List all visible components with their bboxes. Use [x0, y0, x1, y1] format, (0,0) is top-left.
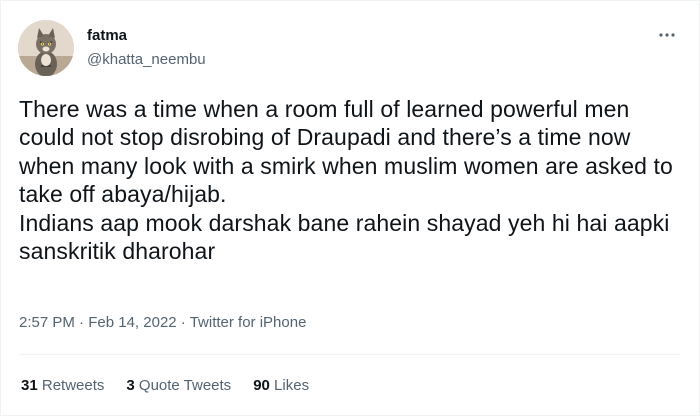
- avatar[interactable]: [18, 20, 74, 76]
- quote-tweets-label: Quote Tweets: [138, 377, 232, 394]
- retweets-stat[interactable]: 31 Retweets: [21, 377, 104, 395]
- likes-label: Likes: [274, 377, 310, 394]
- tweet-date-link[interactable]: Feb 14, 2022: [88, 314, 176, 331]
- tweet-card: fatma @khatta_neembu There was a time wh…: [0, 0, 700, 416]
- retweets-count: 31: [21, 377, 42, 394]
- tweet-metadata: 2:57 PM · Feb 14, 2022 · Twitter for iPh…: [19, 314, 306, 332]
- cat-avatar-image: [18, 20, 74, 76]
- retweets-label: Retweets: [41, 377, 105, 394]
- tweet-source-link[interactable]: Twitter for iPhone: [190, 314, 307, 331]
- quote-tweets-stat[interactable]: 3 Quote Tweets: [126, 377, 231, 395]
- more-options-button[interactable]: [655, 23, 679, 47]
- author-handle[interactable]: @khatta_neembu: [87, 51, 206, 69]
- tweet-time-link[interactable]: 2:57 PM: [19, 314, 75, 331]
- engagement-stats: 31 Retweets 3 Quote Tweets 90 Likes: [21, 377, 309, 395]
- quote-tweets-count: 3: [126, 377, 139, 394]
- divider: [19, 354, 681, 355]
- meta-separator: ·: [79, 314, 89, 331]
- likes-count: 90: [253, 377, 275, 394]
- tweet-text: There was a time when a room full of lea…: [19, 96, 673, 265]
- more-horizontal-icon: [659, 33, 675, 37]
- meta-separator: ·: [180, 314, 190, 331]
- author-display-name[interactable]: fatma: [87, 27, 127, 45]
- likes-stat[interactable]: 90 Likes: [253, 377, 309, 395]
